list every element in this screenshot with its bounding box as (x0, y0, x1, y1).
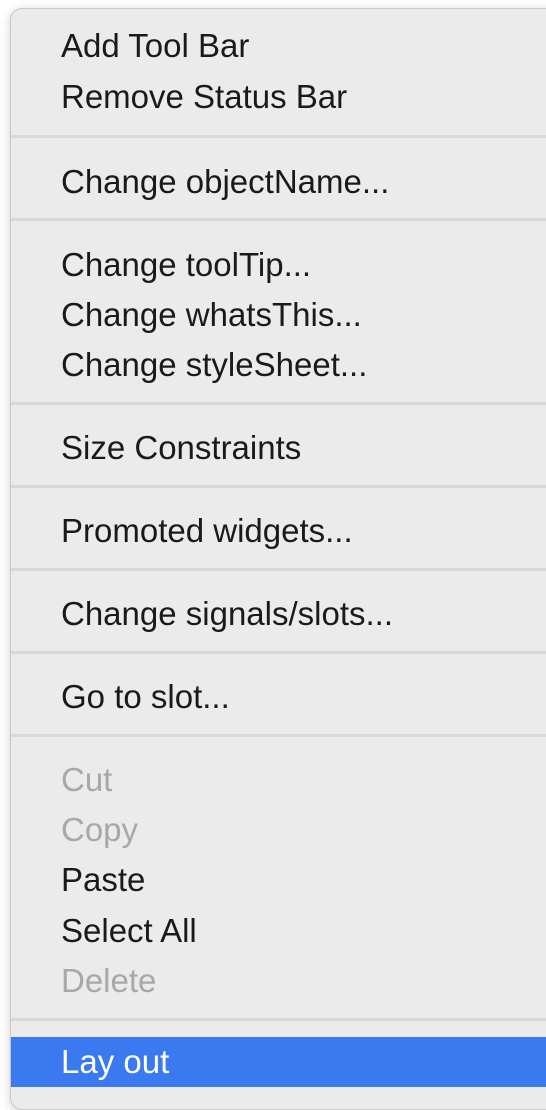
menu-separator (11, 651, 546, 654)
menu-item-select-all[interactable]: Select All (11, 906, 546, 956)
menu-item-promoted-widgets[interactable]: Promoted widgets... (11, 506, 546, 556)
menu-separator (11, 218, 546, 221)
menu-item-add-tool-bar[interactable]: Add Tool Bar (11, 21, 546, 71)
menu-item-change-tooltip[interactable]: Change toolTip... (11, 240, 546, 290)
menu-item-cut: Cut (61, 761, 113, 798)
menu-separator (11, 568, 546, 571)
menu-separator (11, 734, 546, 737)
menu-separator (11, 1018, 546, 1021)
menu-item-change-signals-slots[interactable]: Change signals/slots... (11, 589, 546, 639)
menu-separator (11, 485, 546, 488)
menu-item-lay-out[interactable]: Lay out (11, 1037, 546, 1087)
context-menu: Add Tool Bar Remove Status Bar Change ob… (10, 8, 546, 1110)
menu-item-go-to-slot[interactable]: Go to slot... (11, 672, 546, 722)
menu-item-change-objectname[interactable]: Change objectName... (11, 157, 546, 207)
menu-item-paste[interactable]: Paste (11, 855, 546, 905)
menu-item-change-whatsthis[interactable]: Change whatsThis... (11, 290, 546, 340)
menu-separator (11, 135, 546, 138)
menu-item-delete: Delete (61, 962, 157, 999)
menu-item-change-stylesheet[interactable]: Change styleSheet... (11, 340, 546, 390)
menu-item-remove-status-bar[interactable]: Remove Status Bar (11, 72, 546, 122)
menu-separator (11, 402, 546, 405)
menu-item-copy: Copy (61, 811, 139, 848)
menu-item-size-constraints[interactable]: Size Constraints (11, 423, 546, 473)
